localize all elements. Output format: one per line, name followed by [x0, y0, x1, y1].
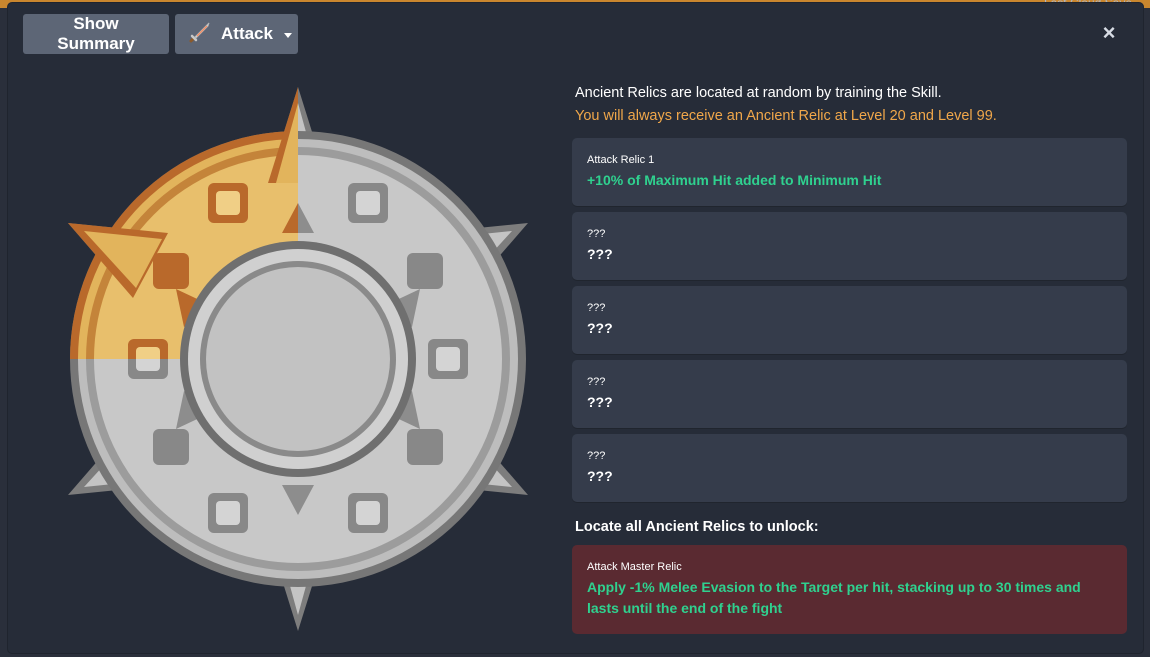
relic-description: ??? — [587, 320, 613, 336]
relic-intro-text: Ancient Relics are located at random by … — [575, 85, 942, 101]
relic-emblem — [58, 83, 538, 635]
skill-select-dropdown[interactable]: Attack — [175, 14, 298, 54]
relic-name: ??? — [587, 302, 606, 314]
relic-name: ??? — [587, 450, 606, 462]
chevron-down-icon — [283, 32, 292, 38]
relic-description: ??? — [587, 246, 613, 262]
relic-card: ??? ??? — [572, 212, 1127, 280]
ancient-relics-modal: Show Summary Attack × Ancient Relics are… — [8, 3, 1143, 653]
relic-name: ??? — [587, 376, 606, 388]
relic-info-panel: Ancient Relics are located at random by … — [572, 85, 1127, 634]
modal-header: Show Summary Attack — [23, 14, 298, 54]
relic-card: Attack Relic 1 +10% of Maximum Hit added… — [572, 138, 1127, 206]
sword-icon — [187, 19, 213, 50]
relic-level-guarantee-text: You will always receive an Ancient Relic… — [575, 108, 997, 124]
close-button[interactable]: × — [1099, 22, 1119, 44]
relic-card: ??? ??? — [572, 360, 1127, 428]
master-relic-card: Attack Master Relic Apply -1% Melee Evas… — [572, 545, 1127, 634]
show-summary-button[interactable]: Show Summary — [23, 14, 169, 54]
skill-dropdown-label: Attack — [221, 24, 273, 43]
relic-name: ??? — [587, 228, 606, 240]
master-relic-description: Apply -1% Melee Evasion to the Target pe… — [587, 579, 1081, 616]
relic-name: Attack Relic 1 — [587, 154, 655, 166]
relic-card: ??? ??? — [572, 286, 1127, 354]
relic-description: +10% of Maximum Hit added to Minimum Hit — [587, 172, 882, 188]
relic-description: ??? — [587, 394, 613, 410]
relic-card: ??? ??? — [572, 434, 1127, 502]
master-relic-name: Attack Master Relic — [587, 561, 682, 573]
master-relic-section-title: Locate all Ancient Relics to unlock: — [575, 519, 819, 535]
relic-description: ??? — [587, 468, 613, 484]
